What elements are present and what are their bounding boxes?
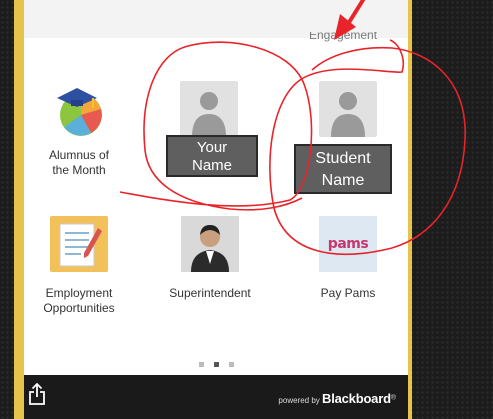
tile-student-name[interactable] (293, 81, 403, 137)
tile-employment-opportunities[interactable]: Employment Opportunities (24, 216, 134, 316)
graduation-globe-icon (57, 88, 102, 136)
pams-logo-icon: pams (319, 216, 377, 272)
pams-logo-text: pams (327, 236, 369, 252)
tile-label-line1: Superintendent (169, 286, 251, 300)
page-dot-active[interactable] (213, 362, 219, 367)
trademark-symbol: ® (390, 394, 396, 402)
overlay-line1: Your (196, 139, 228, 156)
overlay-line2: Name (321, 172, 365, 189)
footer-bar: powered by Blackboard® (24, 375, 408, 419)
tile-label-line2: the Month (52, 163, 106, 177)
page-dot[interactable] (198, 362, 204, 367)
tile-your-name[interactable] (154, 81, 264, 137)
person-placeholder-icon (180, 81, 238, 137)
app-screen: Engagement Alumnus of the Month Your Nam… (24, 0, 408, 419)
overlay-line2: Name (191, 157, 232, 174)
your-name-overlay: Your Name (166, 135, 258, 177)
tile-label-line1: Pay Pams (320, 286, 376, 300)
pagination-dots (24, 362, 408, 367)
tile-label-line1: Employment (45, 286, 113, 300)
page-dot[interactable] (228, 362, 234, 367)
powered-by-text: powered by (278, 396, 320, 405)
powered-by-blackboard[interactable]: powered by Blackboard® (278, 391, 396, 406)
tile-pay-pams[interactable]: pams Pay Pams (293, 216, 403, 301)
blackboard-logo: Blackboard (322, 391, 391, 406)
person-photo-icon (181, 216, 239, 272)
tile-superintendent[interactable]: Superintendent (155, 216, 265, 301)
student-name-overlay: Student Name (294, 144, 392, 194)
tile-label-line2: Opportunities (43, 301, 115, 315)
tile-alumnus-of-the-month[interactable]: Alumnus of the Month (24, 78, 134, 178)
person-placeholder-icon (319, 81, 377, 137)
share-icon[interactable] (28, 382, 46, 406)
overlay-line1: Student (315, 150, 371, 167)
tile-label-line1: Alumnus of (48, 148, 110, 162)
document-pencil-icon (50, 216, 108, 272)
